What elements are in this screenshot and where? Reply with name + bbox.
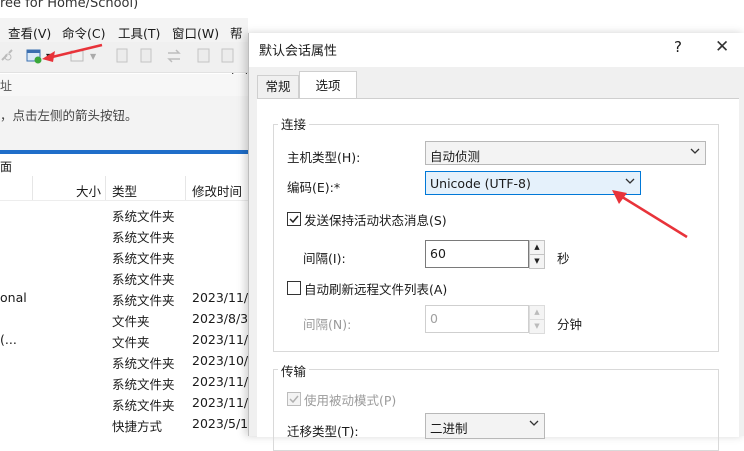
app-title-bar: ree for Home/School) [0, 0, 744, 18]
column-type[interactable]: 类型 [112, 181, 137, 200]
table-row[interactable]: 系统文件夹 [0, 266, 248, 287]
app-title: ree for Home/School) [0, 0, 139, 11]
passive-mode-label[interactable]: 使用被动模式(P) [304, 390, 396, 409]
sync-icon[interactable] [166, 48, 182, 64]
file-icon[interactable] [196, 48, 212, 64]
encoding-label: 编码(E):* [287, 180, 341, 195]
session-properties-dialog: 默认会话属性 ? ✕ 常规 选项 连接 主机类型(H): 自动侦测 编码(E):… [248, 33, 744, 451]
table-row[interactable]: 系统文件夹 [0, 245, 248, 266]
decrement-button[interactable]: ▼ [529, 319, 545, 334]
hint-text: ，点击左侧的箭头按钮。 [0, 108, 138, 123]
table-row[interactable]: 系统文件夹 [0, 224, 248, 245]
address-label: 址 [0, 79, 13, 93]
file-list: 系统文件夹 系统文件夹 系统文件夹 系统文件夹 onal 系统文件夹 2023/11… [0, 203, 256, 436]
interval2-label: 间隔(N): [303, 317, 352, 332]
file-list-header: 大小 类型 修改时间 [0, 176, 248, 201]
help-button[interactable]: ? [674, 38, 682, 56]
tab-options[interactable]: 选项 [299, 71, 357, 100]
refresh-interval-input[interactable]: 0 [425, 305, 529, 333]
decrement-button[interactable]: ▼ [529, 254, 545, 269]
passive-mode-checkbox[interactable] [287, 392, 301, 406]
column-size[interactable]: 大小 [76, 181, 101, 200]
table-row[interactable]: 快捷方式 2023/5/17 [0, 413, 256, 434]
panel-header-label: 面 [0, 160, 13, 174]
tab-general[interactable]: 常规 [257, 75, 299, 98]
autorefresh-label[interactable]: 自动刷新远程文件列表(A) [304, 279, 447, 298]
dialog-title: 默认会话属性 [259, 44, 338, 59]
table-row[interactable]: 系统文件夹 2023/11/2 [0, 392, 256, 413]
host-type-label: 主机类型(H): [287, 150, 361, 165]
table-row[interactable]: (... 文件夹 2023/11/7 [0, 329, 256, 350]
disconnect-icon[interactable] [0, 48, 16, 64]
increment-button[interactable]: ▲ [529, 305, 545, 320]
keepalive-label[interactable]: 发送保持活动状态消息(S) [304, 210, 447, 229]
hint-area: ，点击左侧的箭头按钮。 [0, 96, 248, 150]
menu-view[interactable]: 查看(V) [8, 23, 51, 42]
keepalive-checkbox[interactable] [287, 212, 301, 226]
table-row[interactable]: 系统文件夹 [0, 203, 248, 224]
migrate-type-label: 迁移类型(T): [287, 424, 359, 439]
table-row[interactable]: 系统文件夹 2023/11/2 [0, 371, 256, 392]
refresh-interval-stepper: ▲ ▼ [529, 305, 545, 334]
menu-bar: 查看(V) 命令(C) 工具(T) 窗口(W) 帮助(H) [0, 18, 249, 76]
table-row[interactable]: 系统文件夹 2023/10/7 [0, 350, 256, 371]
host-type-select[interactable]: 自动侦测 [425, 141, 706, 165]
close-button[interactable]: ✕ [715, 37, 729, 57]
local-panel-header: 面 [0, 154, 248, 177]
interval-unit: 秒 [557, 251, 570, 266]
chevron-down-icon [529, 420, 539, 426]
increment-button[interactable]: ▲ [529, 240, 545, 255]
annotation-arrow-icon [612, 190, 688, 239]
options-tab-page: 连接 主机类型(H): 自动侦测 编码(E):* Unicode (UTF-8)… [257, 98, 739, 451]
menu-tools[interactable]: 工具(T) [118, 23, 160, 42]
transfer-group-title: 传输 [278, 361, 310, 380]
interval-input[interactable]: 60 [425, 240, 529, 268]
menu-command[interactable]: 命令(C) [62, 23, 105, 42]
table-row[interactable]: onal 系统文件夹 2023/11/2 [0, 287, 256, 308]
menu-window[interactable]: 窗口(W) [172, 23, 219, 42]
column-modified[interactable]: 修改时间 [192, 181, 242, 200]
copy-icon[interactable] [114, 48, 130, 64]
interval-stepper: ▲ ▼ [529, 240, 545, 269]
migrate-type-select[interactable]: 二进制 [425, 413, 545, 439]
annotation-arrow-icon [42, 43, 103, 62]
interval-label: 间隔(I): [303, 251, 346, 266]
interval2-unit: 分钟 [557, 317, 583, 332]
paste-icon[interactable] [138, 48, 154, 64]
table-row[interactable]: 文件夹 2023/8/30 [0, 308, 256, 329]
toolbar: ▼ ▼ [0, 42, 248, 73]
address-bar[interactable]: 址 [0, 74, 248, 97]
connection-group-title: 连接 [278, 114, 310, 133]
autorefresh-checkbox[interactable] [287, 281, 301, 295]
file-icon[interactable] [220, 48, 236, 64]
chevron-down-icon [690, 148, 700, 154]
